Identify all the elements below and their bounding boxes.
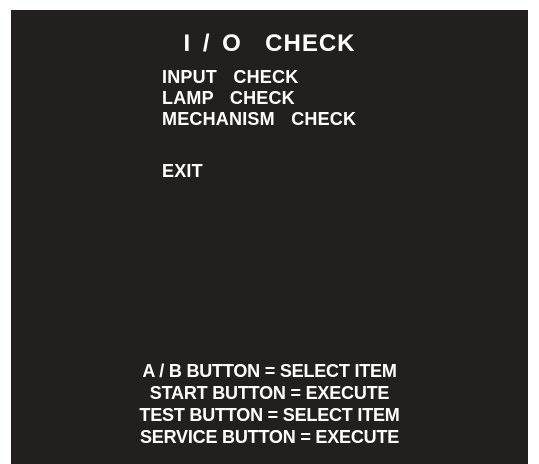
screen-title: I / O CHECK	[183, 30, 356, 57]
io-check-screen: I / O CHECK INPUT CHECK LAMP CHECK MECHA…	[11, 10, 528, 464]
menu-list: INPUT CHECK LAMP CHECK MECHANISM CHECK E…	[162, 67, 356, 182]
button-help: A / B BUTTON = SELECT ITEM START BUTTON …	[11, 360, 528, 448]
help-line-service: SERVICE BUTTON = EXECUTE	[139, 427, 400, 447]
help-line-test: TEST BUTTON = SELECT ITEM	[139, 405, 400, 425]
menu-item-input-check[interactable]: INPUT CHECK	[162, 67, 356, 88]
help-line-select: A / B BUTTON = SELECT ITEM	[142, 361, 397, 381]
menu-item-lamp-check[interactable]: LAMP CHECK	[162, 88, 356, 109]
help-line-start: START BUTTON = EXECUTE	[149, 383, 390, 403]
menu-item-exit[interactable]: EXIT	[162, 161, 356, 182]
menu-item-mechanism-check[interactable]: MECHANISM CHECK	[162, 109, 356, 130]
